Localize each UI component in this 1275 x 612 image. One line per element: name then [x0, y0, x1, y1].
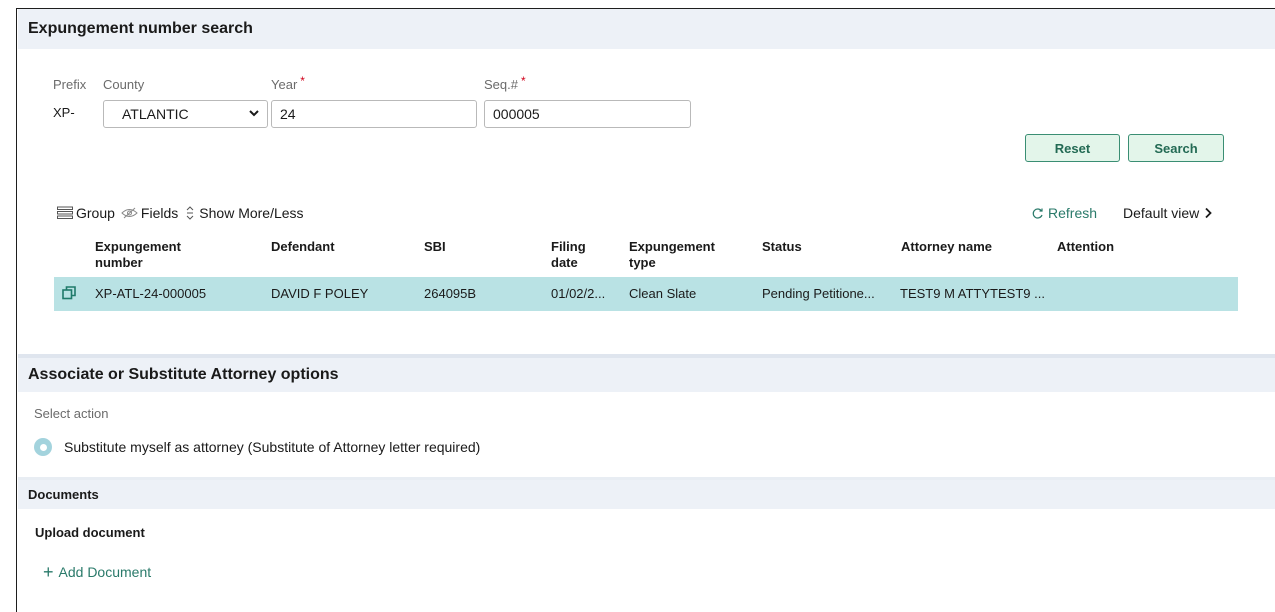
- upload-document-title: Upload document: [35, 525, 145, 540]
- col-header-defendant[interactable]: Defendant: [271, 239, 335, 255]
- plus-icon: +: [43, 562, 54, 582]
- default-view-button[interactable]: Default view: [1123, 205, 1213, 221]
- main-panel: Expungement number search Prefix County …: [16, 8, 1275, 612]
- search-button[interactable]: Search: [1128, 134, 1224, 162]
- add-document-link[interactable]: + Add Document: [43, 562, 152, 582]
- fields-button[interactable]: Fields: [121, 205, 178, 221]
- col-header-attorney-name[interactable]: Attorney name: [901, 239, 992, 255]
- seq-input[interactable]: 000005: [484, 100, 691, 128]
- default-view-label: Default view: [1123, 205, 1200, 221]
- cell-expungement-number: XP-ATL-24-000005: [95, 286, 207, 301]
- reset-button[interactable]: Reset: [1025, 134, 1120, 162]
- seq-input-value: 000005: [493, 106, 540, 122]
- cell-defendant: DAVID F POLEY: [271, 286, 369, 301]
- col-header-filing-date[interactable]: Filing date: [551, 239, 601, 271]
- chevron-down-icon: [249, 108, 259, 120]
- open-record-icon[interactable]: [62, 286, 76, 305]
- show-more-less-label: Show More/Less: [199, 205, 304, 221]
- search-section-title: Expungement number search: [28, 20, 253, 37]
- refresh-label: Refresh: [1048, 205, 1098, 221]
- seq-label: Seq.# *: [484, 74, 526, 92]
- substitute-attorney-radio[interactable]: [34, 438, 52, 456]
- group-icon: [57, 206, 73, 219]
- col-header-expungement-type[interactable]: Expungement type: [629, 239, 739, 271]
- refresh-button[interactable]: Refresh: [1031, 205, 1097, 221]
- col-header-expungement-number[interactable]: Expungement number: [95, 239, 215, 271]
- col-header-status[interactable]: Status: [762, 239, 802, 255]
- col-header-sbi[interactable]: SBI: [424, 239, 446, 255]
- required-marker: *: [520, 74, 526, 88]
- fields-eye-off-icon: [121, 207, 138, 219]
- grid-toolbar: Group Fields Show More/Less: [57, 205, 310, 221]
- group-label: Group: [76, 205, 115, 221]
- prefix-value: XP-: [53, 105, 75, 120]
- group-button[interactable]: Group: [57, 205, 115, 221]
- county-label: County: [103, 77, 145, 92]
- required-marker: *: [300, 74, 305, 88]
- year-input[interactable]: 24: [271, 100, 477, 128]
- documents-section-header: Documents: [18, 477, 1275, 509]
- cell-sbi: 264095B: [424, 286, 477, 301]
- search-section-header: Expungement number search: [18, 9, 1275, 49]
- fields-label: Fields: [140, 205, 179, 221]
- select-action-label: Select action: [34, 406, 109, 421]
- cell-expungement-type: Clean Slate: [629, 286, 697, 301]
- cell-status: Pending Petitione...: [762, 286, 875, 301]
- chevron-right-icon: [1205, 207, 1213, 219]
- add-document-label: Add Document: [58, 564, 152, 580]
- county-select[interactable]: ATLANTIC: [103, 100, 268, 128]
- attorney-section-header: Associate or Substitute Attorney options: [18, 354, 1275, 392]
- substitute-attorney-label: Substitute myself as attorney (Substitut…: [64, 439, 481, 455]
- cell-filing-date: 01/02/2...: [551, 286, 606, 301]
- year-label: Year *: [271, 74, 305, 92]
- substitute-attorney-option[interactable]: Substitute myself as attorney (Substitut…: [34, 438, 480, 456]
- prefix-label: Prefix: [53, 77, 87, 92]
- documents-section-title: Documents: [28, 487, 99, 502]
- attorney-section-title: Associate or Substitute Attorney options: [28, 366, 339, 383]
- cell-attorney-name: TEST9 M ATTYTEST9 ...: [900, 286, 1045, 301]
- county-select-value: ATLANTIC: [122, 106, 189, 122]
- table-row[interactable]: XP-ATL-24-000005 DAVID F POLEY 264095B 0…: [54, 277, 1238, 311]
- show-more-less-button[interactable]: Show More/Less: [184, 205, 304, 221]
- col-header-attention[interactable]: Attention: [1057, 239, 1114, 255]
- year-input-value: 24: [280, 106, 296, 122]
- show-more-less-icon: [186, 206, 194, 220]
- refresh-icon: [1032, 207, 1043, 219]
